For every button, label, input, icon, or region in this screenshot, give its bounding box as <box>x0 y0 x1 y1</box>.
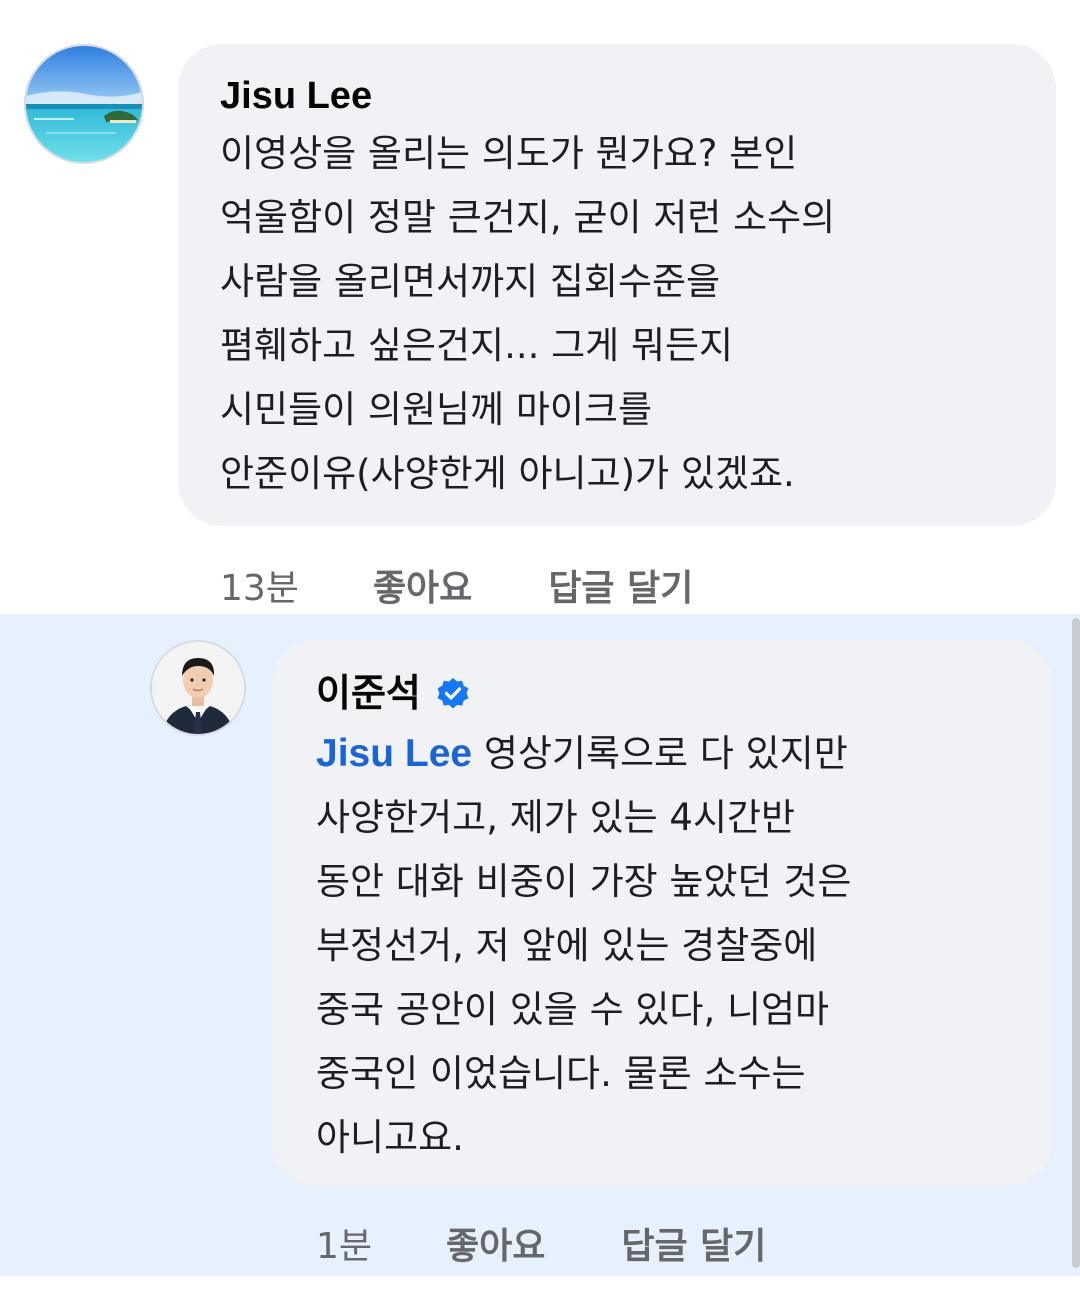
mention-link[interactable]: Jisu Lee <box>316 732 472 775</box>
comment-author[interactable]: Jisu Lee <box>220 72 1016 120</box>
comment-actions: 1분 좋아요 답글 달기 <box>316 1218 766 1268</box>
comment-timestamp[interactable]: 13분 <box>220 559 299 611</box>
author-name[interactable]: Jisu Lee <box>220 72 372 120</box>
comment-timestamp[interactable]: 1분 <box>316 1217 372 1269</box>
like-button[interactable]: 좋아요 <box>446 1217 545 1269</box>
beach-photo-avatar <box>26 46 142 162</box>
author-name[interactable]: 이준석 <box>316 670 421 718</box>
comment-author[interactable]: 이준석 <box>316 670 1012 718</box>
reply-button[interactable]: 답글 달기 <box>621 1217 766 1269</box>
scrollbar[interactable] <box>1072 618 1080 1268</box>
comment-bubble: 이준석 Jisu Lee 영상기록으로 다 있지만 사양한거고, 제가 있는 4… <box>272 640 1052 1186</box>
comment-bubble: Jisu Lee 이영상을 올리는 의도가 뭔가요? 본인 억울함이 정말 큰건… <box>178 44 1056 526</box>
reply-text: 영상기록으로 다 있지만 사양한거고, 제가 있는 4시간반 동안 대화 비중이… <box>316 732 852 1159</box>
comment-text: Jisu Lee 영상기록으로 다 있지만 사양한거고, 제가 있는 4시간반 … <box>316 722 1012 1170</box>
avatar[interactable] <box>24 44 144 164</box>
comment-jisu-lee: Jisu Lee 이영상을 올리는 의도가 뭔가요? 본인 억울함이 정말 큰건… <box>0 0 1080 614</box>
verified-badge-icon <box>437 678 469 709</box>
avatar[interactable] <box>150 640 246 736</box>
comment-text: 이영상을 올리는 의도가 뭔가요? 본인 억울함이 정말 큰건지, 굳이 저런 … <box>220 132 836 495</box>
profile-photo-avatar <box>152 642 244 734</box>
comment-actions: 13분 좋아요 답글 달기 <box>220 560 693 610</box>
like-button[interactable]: 좋아요 <box>373 559 472 611</box>
divider <box>0 1276 1080 1289</box>
reply-button[interactable]: 답글 달기 <box>548 559 693 611</box>
